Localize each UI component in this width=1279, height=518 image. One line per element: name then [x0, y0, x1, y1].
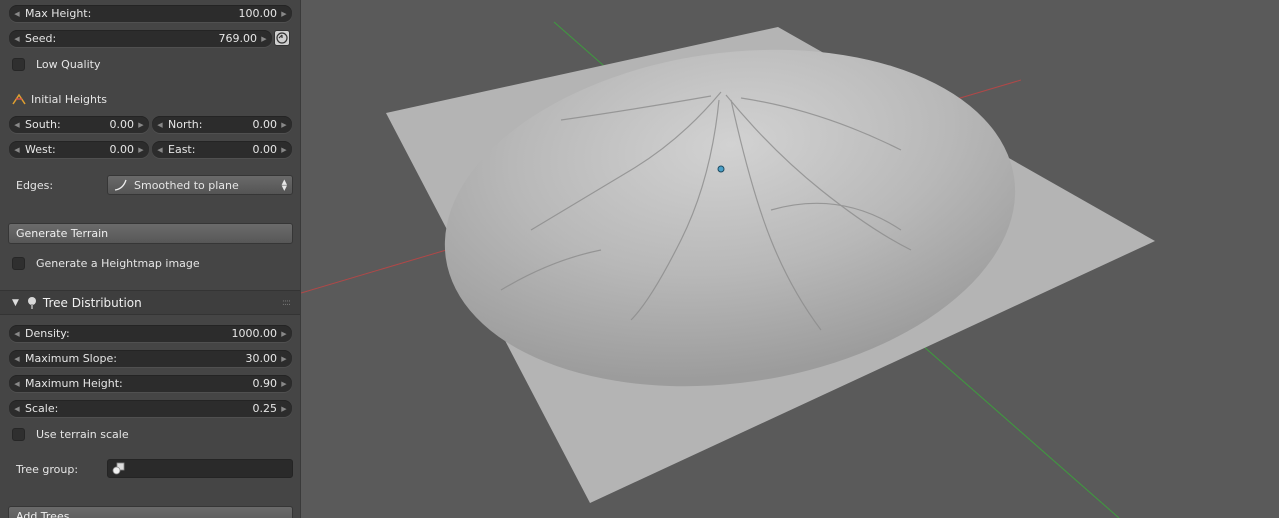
decrement-arrow-icon[interactable]: ◀ — [13, 10, 21, 18]
tree-icon — [27, 296, 36, 309]
south-label: South: — [25, 118, 61, 131]
density-label: Density: — [25, 327, 70, 340]
low-quality-label: Low Quality — [36, 57, 101, 71]
increment-arrow-icon[interactable]: ▶ — [280, 380, 288, 388]
decrement-arrow-icon[interactable]: ◀ — [13, 380, 21, 388]
south-field[interactable]: ◀ South: 0.00 ▶ — [9, 116, 149, 133]
east-value: 0.00 — [252, 143, 278, 156]
3d-viewport[interactable] — [301, 0, 1279, 518]
scale-field[interactable]: ◀ Scale: 0.25 ▶ — [9, 400, 292, 417]
tree-distribution-title: Tree Distribution — [42, 295, 142, 310]
max-slope-field[interactable]: ◀ Maximum Slope: 30.00 ▶ — [9, 350, 292, 367]
increment-arrow-icon[interactable]: ▶ — [280, 405, 288, 413]
add-trees-button[interactable]: Add Trees — [8, 506, 293, 518]
seed-value: 769.00 — [218, 32, 258, 45]
tree-group-label: Tree group: — [16, 463, 79, 476]
increment-arrow-icon[interactable]: ▶ — [280, 10, 288, 18]
terrain-icon — [12, 93, 26, 105]
decrement-arrow-icon[interactable]: ◀ — [13, 405, 21, 413]
tree-group-field[interactable] — [107, 459, 293, 478]
scale-label: Scale: — [25, 402, 59, 415]
west-value: 0.00 — [109, 143, 135, 156]
edges-label: Edges: — [16, 179, 54, 192]
checkbox-box[interactable] — [12, 256, 25, 270]
max-tree-height-field[interactable]: ◀ Maximum Height: 0.90 ▶ — [9, 375, 292, 392]
east-field[interactable]: ◀ East: 0.00 ▶ — [152, 141, 292, 158]
max-slope-value: 30.00 — [245, 352, 278, 365]
initial-heights-title: Initial Heights — [31, 92, 108, 106]
decrement-arrow-icon[interactable]: ◀ — [13, 35, 21, 43]
decrement-arrow-icon[interactable]: ◀ — [13, 330, 21, 338]
generate-heightmap-checkbox[interactable]: Generate a Heightmap image — [12, 255, 200, 271]
randomize-seed-icon[interactable] — [274, 30, 290, 46]
max-height-value: 100.00 — [238, 7, 278, 20]
edges-dropdown[interactable]: Smoothed to plane ▲ ▼ — [107, 175, 293, 195]
checkbox-box[interactable] — [12, 57, 25, 71]
decrement-arrow-icon[interactable]: ◀ — [156, 121, 164, 129]
increment-arrow-icon[interactable]: ▶ — [280, 146, 288, 154]
tool-panel: ◀ Max Height: 100.00 ▶ ◀ Seed: 769.00 ▶ … — [0, 0, 301, 518]
increment-arrow-icon[interactable]: ▶ — [137, 121, 145, 129]
west-field[interactable]: ◀ West: 0.00 ▶ — [9, 141, 149, 158]
max-tree-height-value: 0.90 — [252, 377, 278, 390]
expand-triangle-icon[interactable]: ▼ — [12, 298, 19, 308]
checkbox-box[interactable] — [12, 427, 25, 441]
decrement-arrow-icon[interactable]: ◀ — [13, 355, 21, 363]
seed-field[interactable]: ◀ Seed: 769.00 ▶ — [9, 30, 272, 47]
increment-arrow-icon[interactable]: ▶ — [137, 146, 145, 154]
increment-arrow-icon[interactable]: ▶ — [280, 355, 288, 363]
density-value: 1000.00 — [231, 327, 278, 340]
group-icon — [112, 462, 125, 475]
drag-handle-icon[interactable]: :::: — [282, 298, 291, 308]
generate-heightmap-label: Generate a Heightmap image — [36, 256, 200, 270]
south-value: 0.00 — [109, 118, 135, 131]
north-label: North: — [168, 118, 203, 131]
north-field[interactable]: ◀ North: 0.00 ▶ — [152, 116, 292, 133]
max-tree-height-label: Maximum Height: — [25, 377, 123, 390]
scale-value: 0.25 — [252, 402, 278, 415]
decrement-arrow-icon[interactable]: ◀ — [13, 146, 21, 154]
updown-arrows-icon: ▲ ▼ — [281, 178, 287, 192]
curve-icon — [114, 179, 127, 191]
max-height-field[interactable]: ◀ Max Height: 100.00 ▶ — [9, 5, 292, 22]
max-slope-label: Maximum Slope: — [25, 352, 117, 365]
decrement-arrow-icon[interactable]: ◀ — [13, 121, 21, 129]
use-terrain-scale-label: Use terrain scale — [36, 427, 129, 441]
tree-distribution-header[interactable]: ▼ Tree Distribution :::: — [0, 290, 300, 315]
initial-heights-header: Initial Heights — [12, 92, 107, 106]
max-height-label: Max Height: — [25, 7, 92, 20]
increment-arrow-icon[interactable]: ▶ — [280, 330, 288, 338]
increment-arrow-icon[interactable]: ▶ — [260, 35, 268, 43]
generate-terrain-button[interactable]: Generate Terrain — [8, 223, 293, 244]
low-quality-checkbox[interactable]: Low Quality — [12, 56, 100, 72]
edges-value: Smoothed to plane — [134, 178, 239, 192]
seed-label: Seed: — [25, 32, 57, 45]
north-value: 0.00 — [252, 118, 278, 131]
use-terrain-scale-checkbox[interactable]: Use terrain scale — [12, 426, 129, 442]
decrement-arrow-icon[interactable]: ◀ — [156, 146, 164, 154]
density-field[interactable]: ◀ Density: 1000.00 ▶ — [9, 325, 292, 342]
east-label: East: — [168, 143, 196, 156]
increment-arrow-icon[interactable]: ▶ — [280, 121, 288, 129]
west-label: West: — [25, 143, 56, 156]
object-origin-icon — [717, 165, 725, 173]
